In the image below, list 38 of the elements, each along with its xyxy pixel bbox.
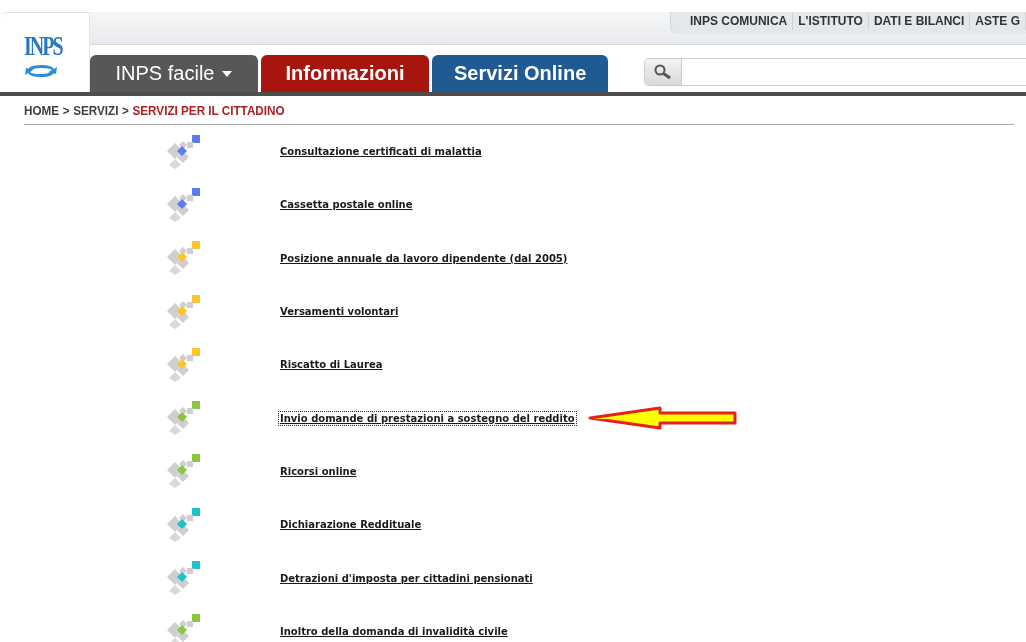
- logo-text[interactable]: INPS: [24, 31, 62, 59]
- breadcrumb-link[interactable]: SERVIZI PER IL CITTADINO: [132, 103, 285, 118]
- diamond-squares-icon: [165, 401, 201, 436]
- service-link[interactable]: Riscatto di Laurea: [279, 358, 384, 372]
- breadcrumb-separator: >: [62, 103, 70, 118]
- search-icon: [654, 64, 673, 80]
- breadcrumb-link[interactable]: SERVIZI: [73, 103, 119, 118]
- top-nav-link[interactable]: L'ISTITUTO: [793, 12, 869, 30]
- service-link[interactable]: Versamenti volontari: [279, 305, 400, 319]
- diamond-squares-icon: [165, 294, 201, 329]
- service-link[interactable]: Cassetta postale online: [279, 198, 414, 212]
- service-link[interactable]: Dichiarazione Reddituale: [279, 518, 423, 532]
- search-field[interactable]: [644, 58, 1026, 86]
- top-nav-link[interactable]: DATI E BILANCI: [868, 12, 971, 30]
- circular-arrows-icon: [24, 63, 58, 79]
- diamond-squares-icon: [165, 347, 201, 382]
- service-link[interactable]: Posizione annuale da lavoro dipendente (dal 2005): [279, 251, 569, 265]
- service-link[interactable]: Inoltro della domanda di invalidità civile: [279, 624, 509, 638]
- nav-tab[interactable]: Informazioni: [261, 55, 429, 92]
- diamond-squares-icon: [165, 561, 201, 595]
- top-nav-link[interactable]: ASTE G: [970, 12, 1026, 30]
- service-link[interactable]: Detrazioni d'imposta per cittadini pensionati: [279, 571, 534, 585]
- service-link[interactable]: Consultazione certificati di malattia: [279, 145, 483, 159]
- search-button[interactable]: [645, 59, 683, 85]
- service-link[interactable]: Invio domande di prestazioni a sostegno del reddito: [279, 411, 576, 425]
- nav-tab[interactable]: INPS facile: [90, 55, 258, 92]
- diamond-squares-icon: [165, 507, 201, 542]
- breadcrumb-link[interactable]: HOME: [24, 103, 60, 118]
- diamond-squares-icon: [165, 134, 201, 169]
- diamond-squares-icon: [165, 454, 201, 489]
- top-nav-link[interactable]: INPS COMUNICA: [684, 12, 794, 30]
- diamond-squares-icon: [165, 614, 201, 642]
- service-link[interactable]: Ricorsi online: [279, 464, 358, 478]
- diamond-squares-icon: [165, 241, 201, 276]
- nav-tab[interactable]: Servizi Online: [432, 55, 609, 92]
- diamond-squares-icon: [165, 187, 201, 222]
- caret-icon: [222, 70, 233, 77]
- breadcrumb-separator: >: [122, 103, 129, 118]
